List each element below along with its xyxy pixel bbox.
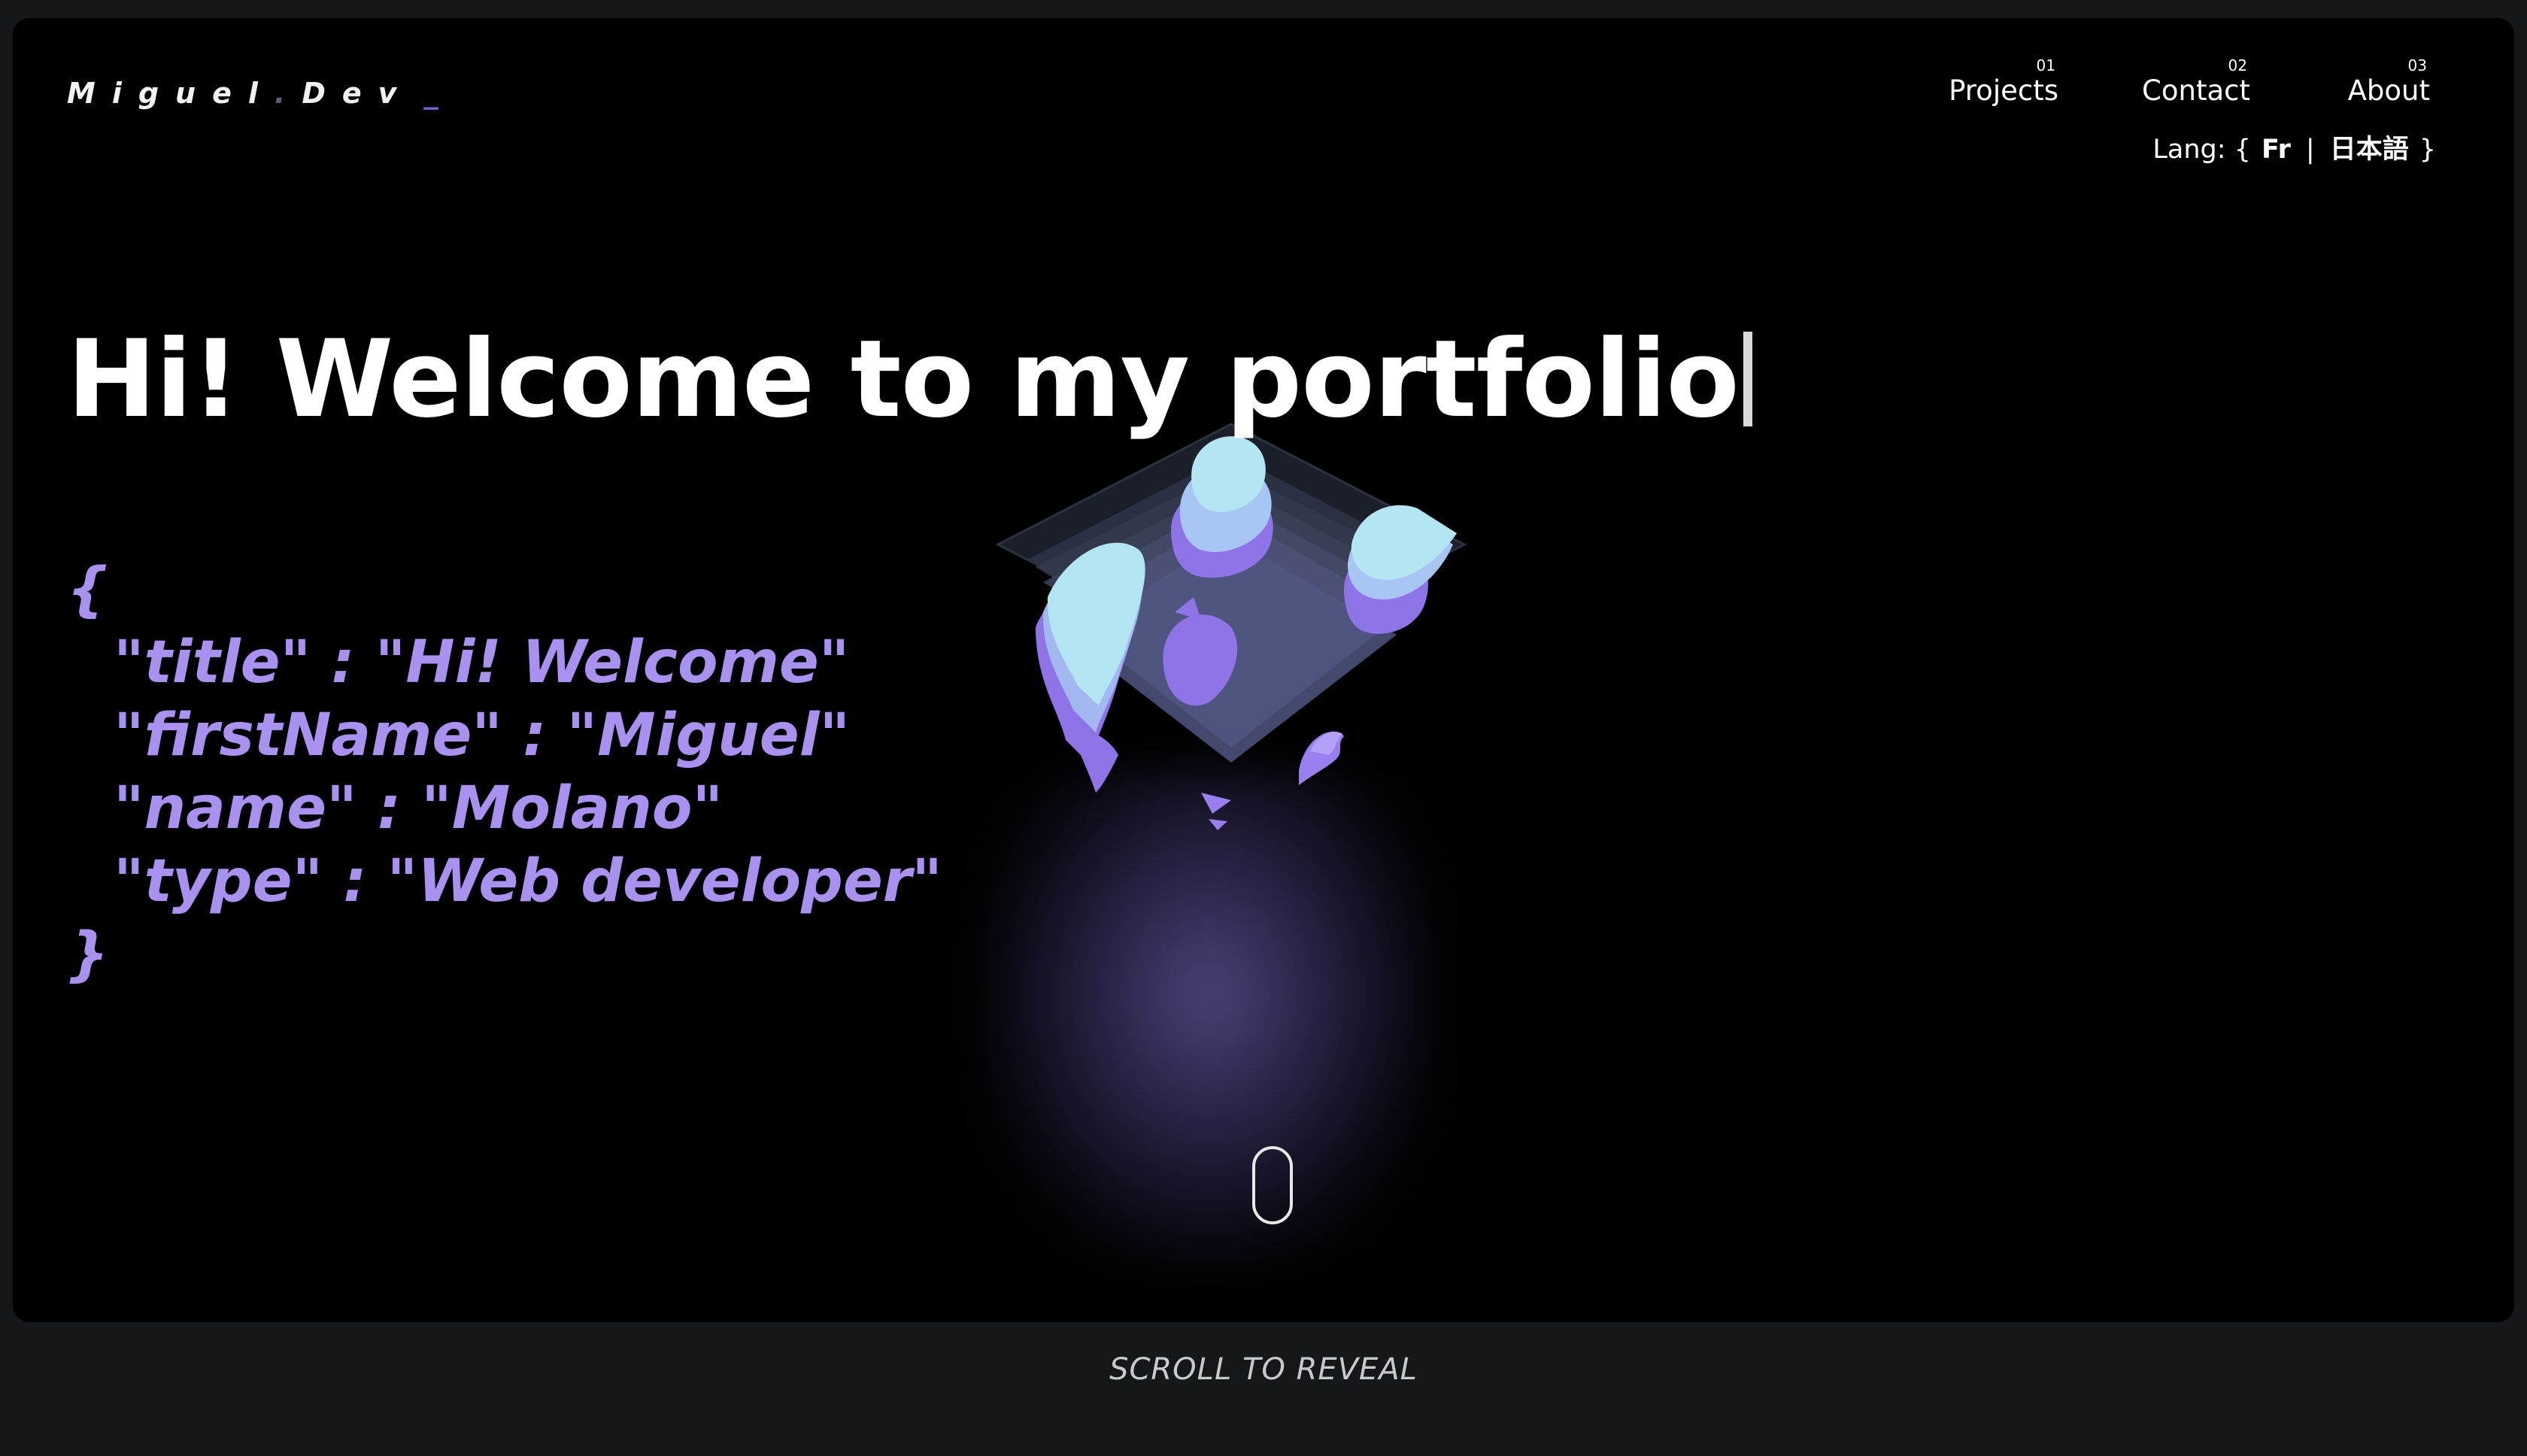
scroll-mouse-icon[interactable] (1252, 1146, 1293, 1224)
json-line-firstname: "firstName" : "Miguel" (114, 702, 851, 769)
lang-separator: | (2305, 135, 2315, 165)
lang-option-fr[interactable]: Fr (2262, 135, 2291, 165)
json-line-name: "name" : "Molano" (114, 775, 724, 842)
hero-frame: Miguel.Dev _ 01 Projects 02 Contact 03 Ab… (13, 18, 2514, 1322)
json-open-brace: { (67, 556, 109, 623)
nav-item-contact[interactable]: 02 Contact (2142, 57, 2250, 108)
nav-label: About (2347, 74, 2430, 107)
json-line-type: "type" : "Web developer" (114, 848, 942, 915)
nav-item-about[interactable]: 03 About (2348, 57, 2430, 108)
nav-number: 03 (2407, 56, 2427, 74)
site-logo[interactable]: Miguel.Dev _ (67, 77, 438, 110)
logo-cursor: _ (423, 77, 438, 110)
nav-item-projects[interactable]: 01 Projects (1949, 57, 2058, 108)
isometric-cube-graphic (983, 409, 1494, 875)
lang-prefix: Lang: { (2152, 135, 2251, 165)
typing-caret (1743, 332, 1752, 426)
lang-suffix: } (2419, 135, 2436, 165)
nav-number: 02 (2228, 56, 2247, 74)
nav-number: 01 (2036, 56, 2055, 74)
logo-first: Miguel (67, 77, 275, 110)
headline-text: Hi! Welcome to my portfolio (67, 317, 1740, 441)
scroll-hint: SCROLL TO REVEAL (1109, 1352, 1418, 1387)
nav-label: Projects (1949, 74, 2058, 107)
json-line-title: "title" : "Hi! Welcome" (114, 629, 850, 696)
hero-headline: Hi! Welcome to my portfolio (67, 326, 1752, 433)
logo-dot: . (274, 77, 302, 110)
logo-second: Dev (302, 77, 414, 110)
json-close-brace: } (67, 921, 109, 988)
language-switcher: Lang: { Fr | 日本語} (2152, 128, 2436, 166)
nav-label: Contact (2142, 74, 2250, 107)
lang-option-ja[interactable]: 日本語 (2330, 135, 2409, 165)
json-profile-block: { "title" : "Hi! Welcome" "firstName" : … (67, 554, 942, 991)
